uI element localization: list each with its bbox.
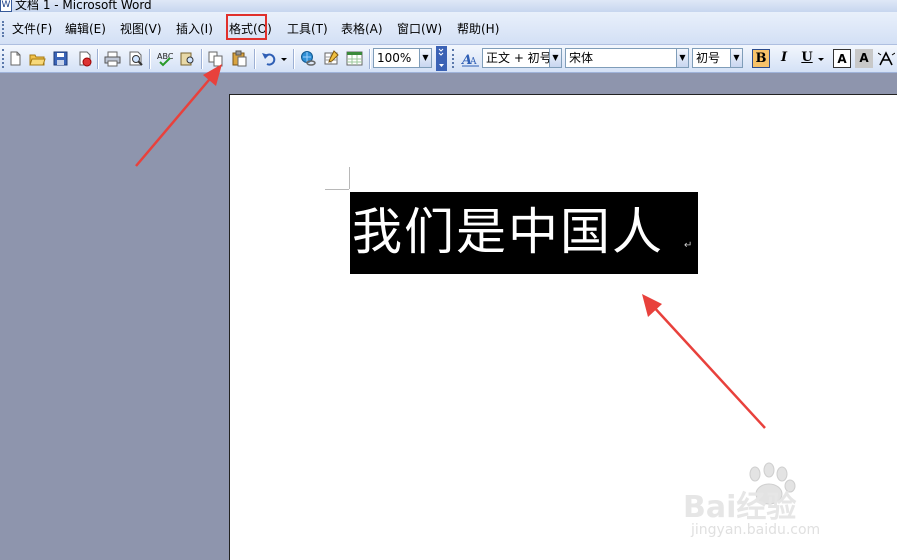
baidu-jingyan-watermark: Bai经验 jingyan.baidu.com [683, 462, 858, 554]
watermark-brand-text: Bai经验 [683, 490, 797, 525]
arrow-to-selected-text [642, 294, 766, 429]
arrow-to-paste-icon [135, 64, 222, 167]
watermark-url: jingyan.baidu.com [691, 522, 821, 538]
